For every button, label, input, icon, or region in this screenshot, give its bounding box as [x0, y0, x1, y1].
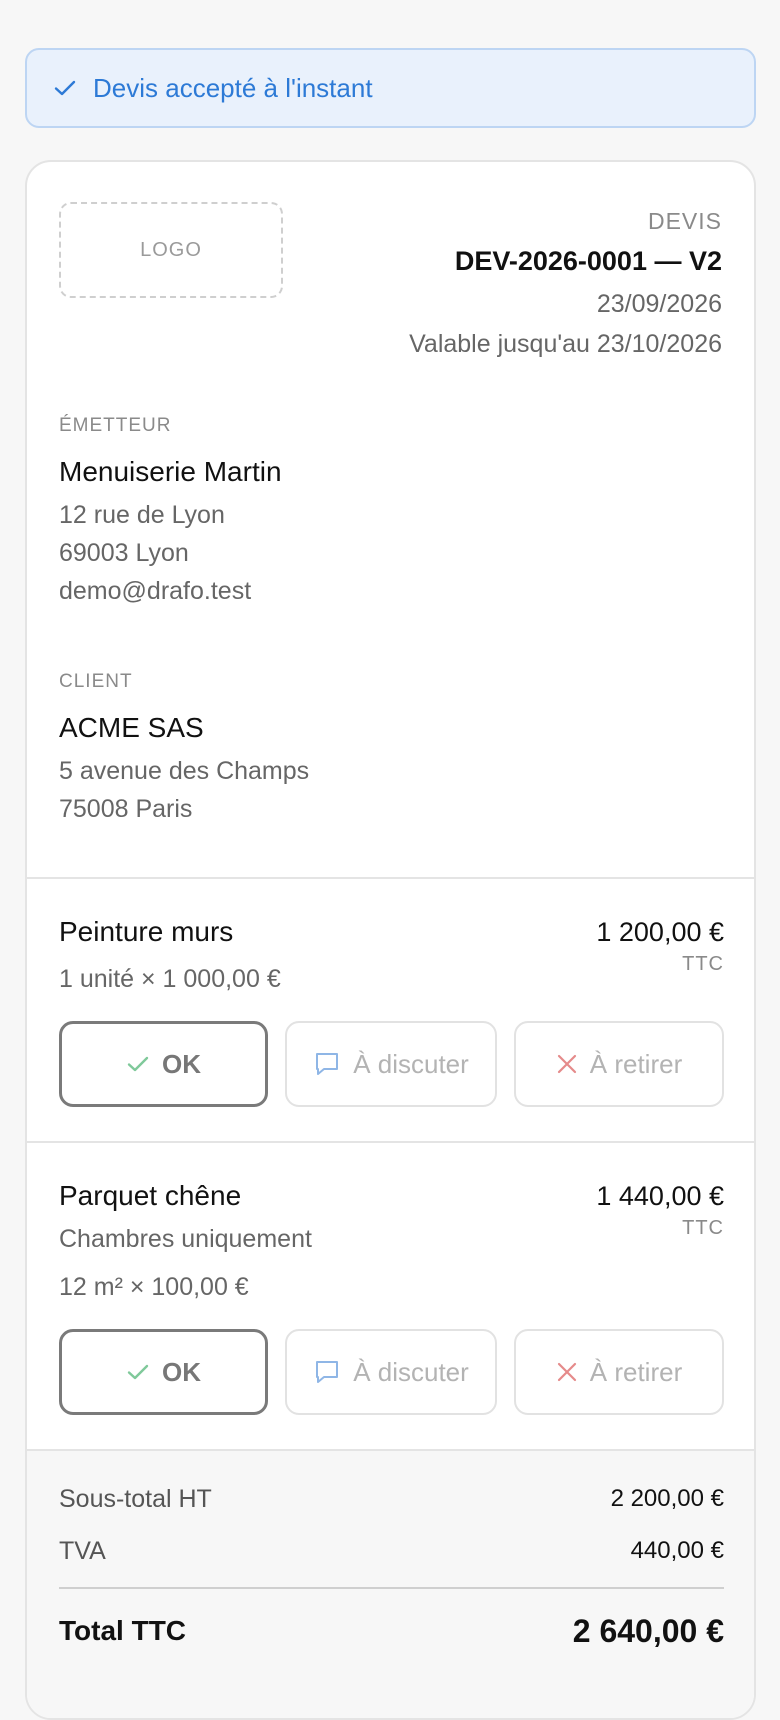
- ok-button[interactable]: OK: [59, 1021, 268, 1107]
- logo-text: LOGO: [140, 238, 202, 261]
- issuer-address-line2: 69003 Lyon: [59, 539, 189, 567]
- document-type: DEVIS: [647, 208, 722, 234]
- discuss-button[interactable]: À discuter: [285, 1021, 497, 1107]
- issuer-address-line1: 12 rue de Lyon: [59, 501, 225, 529]
- document-meta: DEVIS DEV-2026-0001 — V2 23/09/2026 Vala…: [409, 204, 722, 364]
- check-icon: [127, 1364, 149, 1380]
- item-price-block: 1 200,00 € TTC: [596, 912, 724, 976]
- item-price-tax-label: TTC: [682, 953, 724, 975]
- issuer-section: ÉMETTEUR Menuiserie Martin 12 rue de Lyo…: [59, 414, 282, 610]
- item-quantity: 12 m² × 100,00 €: [59, 1273, 249, 1301]
- document-date: 23/09/2026: [596, 290, 722, 318]
- issuer-label: ÉMETTEUR: [59, 415, 172, 436]
- chat-bubble-icon: [316, 1053, 339, 1075]
- close-icon: [557, 1054, 576, 1074]
- item-price: 1 440,00 €: [596, 1181, 724, 1211]
- client-label: CLIENT: [59, 671, 133, 692]
- subtotal-row: Sous-total HT 2 200,00 €: [59, 1479, 724, 1519]
- close-icon: [557, 1362, 576, 1382]
- client-section: CLIENT ACME SAS 5 avenue des Champs 7500…: [59, 670, 309, 828]
- subtotal-label: Sous-total HT: [59, 1484, 212, 1513]
- divider: [27, 877, 754, 879]
- totals-divider: [59, 1587, 724, 1589]
- client-name: ACME SAS: [59, 712, 204, 743]
- check-icon: [127, 1056, 149, 1072]
- discuss-button-label: À discuter: [353, 1356, 469, 1387]
- item-decision-buttons: OK À discuter À retirer: [59, 1329, 724, 1415]
- discuss-button-label: À discuter: [353, 1048, 469, 1079]
- ok-button-label: OK: [162, 1356, 201, 1387]
- line-item: Peinture murs 1 unité × 1 000,00 € 1 200…: [59, 912, 724, 999]
- document-number: DEV-2026-0001 — V2: [454, 246, 722, 276]
- total-value: 2 640,00 €: [572, 1612, 724, 1649]
- remove-button[interactable]: À retirer: [514, 1329, 724, 1415]
- logo-placeholder: LOGO: [59, 202, 283, 298]
- ok-button-label: OK: [162, 1048, 201, 1079]
- remove-button[interactable]: À retirer: [514, 1021, 724, 1107]
- item-price: 1 200,00 €: [596, 917, 724, 947]
- totals-section: Sous-total HT 2 200,00 € TVA 440,00 € To…: [27, 1451, 754, 1718]
- client-address-line2: 75008 Paris: [59, 795, 193, 823]
- chat-bubble-icon: [316, 1361, 339, 1383]
- remove-button-label: À retirer: [589, 1356, 683, 1387]
- total-label: Total TTC: [59, 1615, 187, 1646]
- issuer-email: demo@drafo.test: [59, 577, 252, 605]
- total-row: Total TTC 2 640,00 €: [59, 1607, 724, 1655]
- item-price-block: 1 440,00 € TTC: [596, 1176, 724, 1240]
- item-price-tax-label: TTC: [682, 1217, 724, 1239]
- document-validity: Valable jusqu'au 23/10/2026: [409, 330, 722, 358]
- subtotal-value: 2 200,00 €: [610, 1485, 724, 1512]
- check-icon: [54, 80, 76, 96]
- tax-value: 440,00 €: [630, 1537, 724, 1564]
- discuss-button[interactable]: À discuter: [285, 1329, 497, 1415]
- tax-row: TVA 440,00 €: [59, 1531, 724, 1571]
- tax-label: TVA: [59, 1536, 106, 1565]
- line-item: Parquet chêne Chambres uniquement 12 m² …: [59, 1176, 724, 1307]
- ok-button[interactable]: OK: [59, 1329, 268, 1415]
- banner-message: Devis accepté à l'instant: [93, 72, 373, 103]
- quote-card: LOGO DEVIS DEV-2026-0001 — V2 23/09/2026…: [25, 160, 756, 1720]
- divider: [27, 1141, 754, 1143]
- acceptance-banner: Devis accepté à l'instant: [25, 48, 756, 128]
- item-decision-buttons: OK À discuter À retirer: [59, 1021, 724, 1107]
- issuer-name: Menuiserie Martin: [59, 456, 282, 487]
- remove-button-label: À retirer: [589, 1048, 683, 1079]
- client-address-line1: 5 avenue des Champs: [59, 757, 310, 785]
